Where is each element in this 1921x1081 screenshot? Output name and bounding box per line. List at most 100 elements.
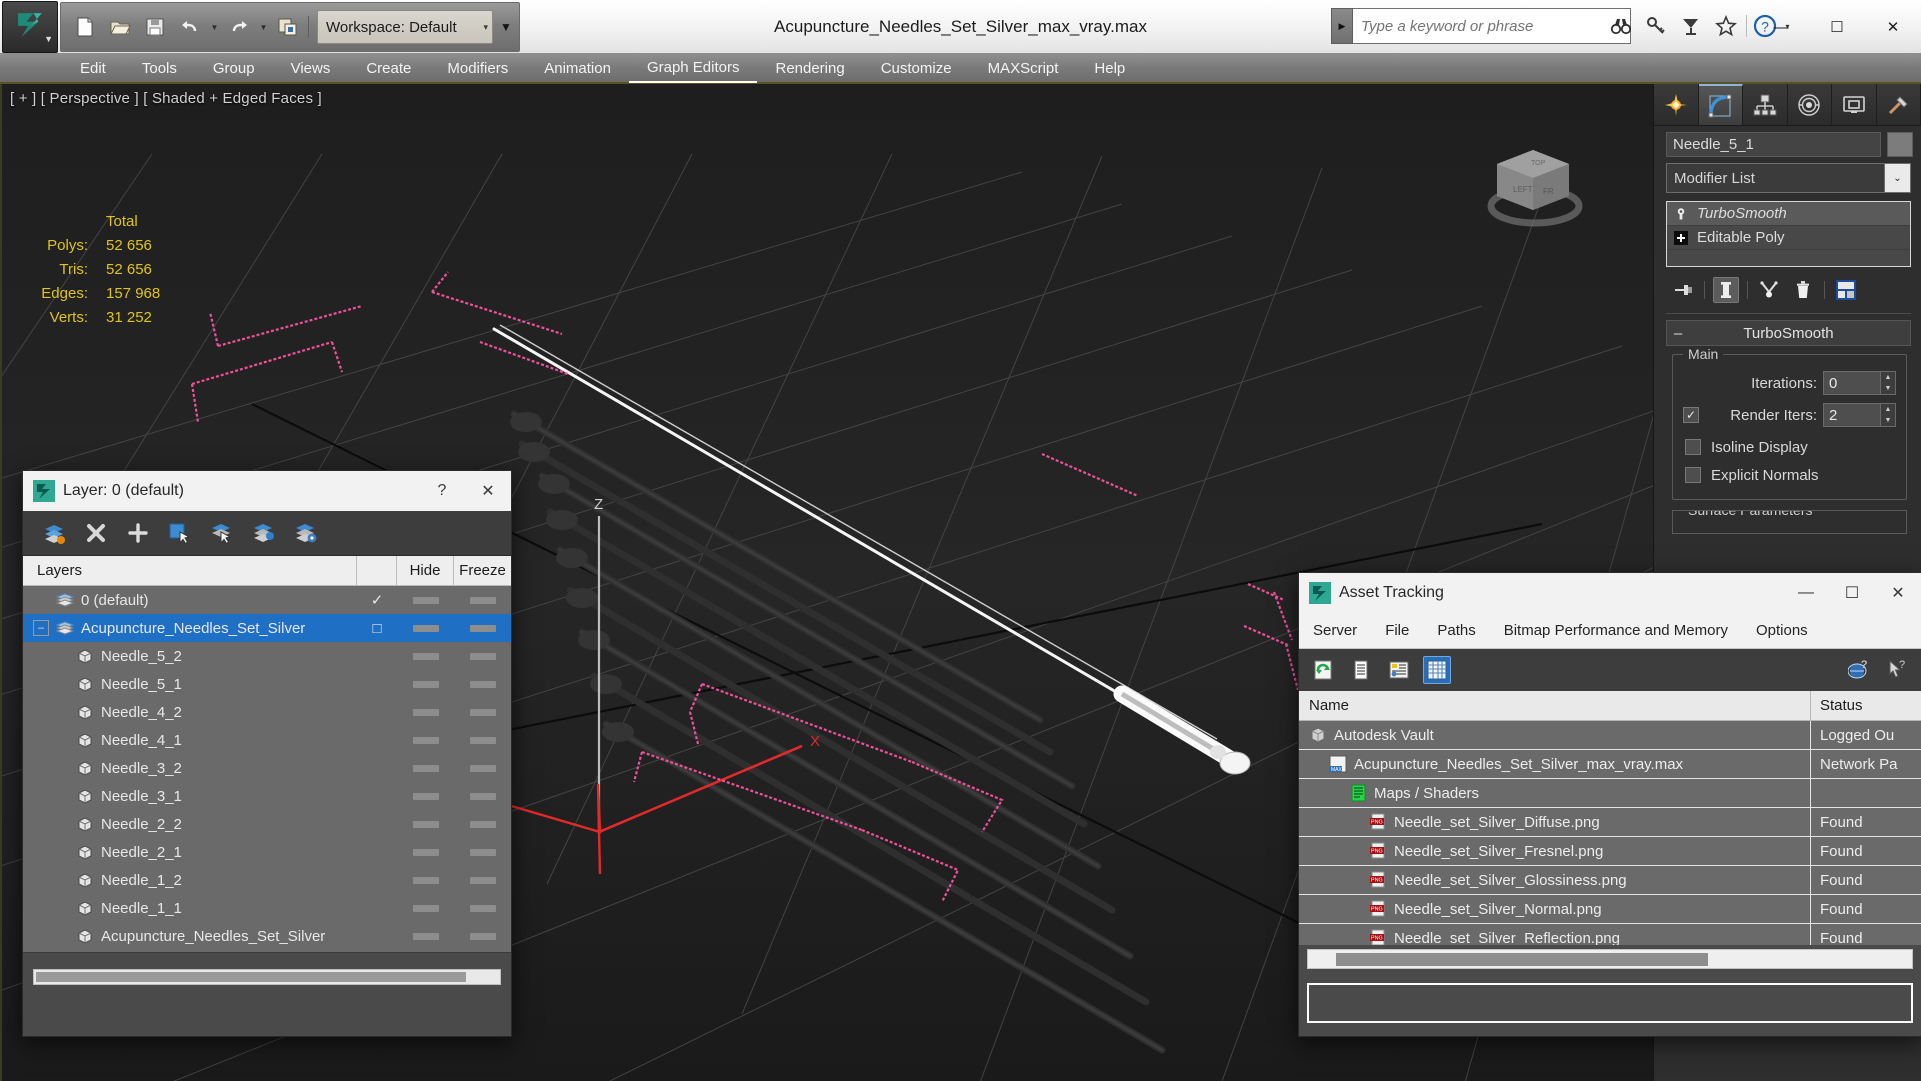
workspace-overflow-button[interactable]: ▼ xyxy=(496,10,516,44)
layer-settings-icon[interactable] xyxy=(291,518,321,548)
layer-hide-cell[interactable] xyxy=(397,932,454,940)
layer-row[interactable]: Needle_1_2 xyxy=(23,866,511,894)
isoline-display-row[interactable]: Isoline Display xyxy=(1683,433,1896,461)
asset-menu-paths[interactable]: Paths xyxy=(1423,613,1489,649)
layer-freeze-cell[interactable] xyxy=(454,624,511,632)
layer-hide-cell[interactable] xyxy=(397,708,454,716)
cursor-question-icon[interactable]: ? xyxy=(1883,656,1911,684)
asset-row[interactable]: PNG Needle_set_Silver_Reflection.png Found xyxy=(1299,923,1921,945)
layer-dialog-help-button[interactable]: ? xyxy=(419,471,465,511)
explicit-normals-checkbox[interactable] xyxy=(1685,467,1701,483)
tab-motion[interactable] xyxy=(1787,84,1832,125)
layer-freeze-cell[interactable] xyxy=(454,736,511,744)
asset-dialog-close-button[interactable]: ✕ xyxy=(1875,573,1921,613)
object-color-swatch[interactable] xyxy=(1887,132,1913,157)
tab-utilities[interactable] xyxy=(1876,84,1921,125)
application-menu-button[interactable]: ▼ xyxy=(2,1,58,53)
detail-view-icon[interactable] xyxy=(1385,656,1413,684)
layer-column-layers[interactable]: Layers xyxy=(23,555,357,586)
rollout-header-turbosmooth[interactable]: – TurboSmooth xyxy=(1666,320,1911,346)
layer-freeze-cell[interactable] xyxy=(454,820,511,828)
scrollbar-thumb[interactable] xyxy=(36,971,466,982)
layer-active-check[interactable]: □ xyxy=(357,620,397,637)
layer-row[interactable]: Needle_5_2 xyxy=(23,642,511,670)
layer-freeze-cell[interactable] xyxy=(454,904,511,912)
layer-active-check[interactable]: ✓ xyxy=(357,591,397,609)
menu-item-tools[interactable]: Tools xyxy=(124,53,195,83)
asset-menu-bitmap-performance[interactable]: Bitmap Performance and Memory xyxy=(1490,613,1742,649)
menu-item-edit[interactable]: Edit xyxy=(62,53,124,83)
layer-row[interactable]: Needle_3_1 xyxy=(23,782,511,810)
layer-row[interactable]: Needle_2_1 xyxy=(23,838,511,866)
layer-expander-icon[interactable]: – xyxy=(33,620,49,636)
menu-item-help[interactable]: Help xyxy=(1076,53,1143,83)
layer-row[interactable]: Acupuncture_Needles_Set_Silver xyxy=(23,922,511,950)
layer-column-hide[interactable]: Hide xyxy=(397,555,454,586)
save-file-button[interactable] xyxy=(139,11,171,43)
menu-item-graph-editors[interactable]: Graph Editors xyxy=(628,53,758,83)
explicit-normals-row[interactable]: Explicit Normals xyxy=(1683,461,1896,489)
iterations-stepper[interactable]: ▲▼ xyxy=(1823,371,1896,395)
rollout-collapse-icon[interactable]: – xyxy=(1667,325,1689,342)
refresh-icon[interactable] xyxy=(1309,656,1337,684)
tab-modify[interactable] xyxy=(1698,84,1743,125)
layer-freeze-cell[interactable] xyxy=(454,932,511,940)
asset-row[interactable]: Maps / Shaders xyxy=(1299,778,1921,808)
object-name-field[interactable] xyxy=(1666,132,1881,157)
layer-hide-cell[interactable] xyxy=(397,652,454,660)
asset-row[interactable]: PNG Needle_set_Silver_Glossiness.png Found xyxy=(1299,865,1921,895)
highlight-layer-icon[interactable] xyxy=(249,518,279,548)
select-objects-icon[interactable] xyxy=(165,518,195,548)
scrollbar-thumb[interactable] xyxy=(1336,953,1708,966)
asset-row[interactable]: PNG Needle_set_Silver_Fresnel.png Found xyxy=(1299,836,1921,866)
iterations-input[interactable] xyxy=(1823,371,1881,395)
menu-item-rendering[interactable]: Rendering xyxy=(757,53,862,83)
new-layer-icon[interactable] xyxy=(39,518,69,548)
search-input[interactable] xyxy=(1353,8,1631,44)
menu-item-customize[interactable]: Customize xyxy=(863,53,970,83)
layer-column-visibility[interactable] xyxy=(357,555,397,586)
asset-menu-file[interactable]: File xyxy=(1371,613,1423,649)
layer-freeze-cell[interactable] xyxy=(454,764,511,772)
layer-row[interactable]: Needle_5_1 xyxy=(23,670,511,698)
make-unique-icon[interactable] xyxy=(1756,277,1782,303)
modifier-stack-row-turbosmooth[interactable]: TurboSmooth xyxy=(1667,202,1910,226)
asset-tracking-dialog[interactable]: Asset Tracking — ☐ ✕ Server File Paths B… xyxy=(1298,572,1921,1037)
satellite-dish-icon[interactable] xyxy=(1676,11,1706,41)
layer-row[interactable]: Needle_3_2 xyxy=(23,754,511,782)
grid-view-icon[interactable] xyxy=(1423,656,1451,684)
asset-dialog-minimize-button[interactable]: — xyxy=(1783,573,1829,613)
menu-item-modifiers[interactable]: Modifiers xyxy=(429,53,526,83)
modifier-list-dropdown[interactable]: Modifier List ⌄ xyxy=(1666,163,1911,193)
layer-row[interactable]: Needle_2_2 xyxy=(23,810,511,838)
show-end-result-icon[interactable] xyxy=(1713,277,1739,303)
layer-row[interactable]: – Acupuncture_Needles_Set_Silver □ xyxy=(23,614,511,642)
layer-dialog-title-bar[interactable]: Layer: 0 (default) ? ✕ xyxy=(23,471,511,511)
asset-menu-server[interactable]: Server xyxy=(1299,613,1371,649)
render-iters-checkbox[interactable]: ✓ xyxy=(1683,407,1699,423)
search-expand-button[interactable]: ▶ xyxy=(1331,8,1353,44)
layer-row[interactable]: Needle_4_2 xyxy=(23,698,511,726)
redo-button[interactable] xyxy=(223,11,255,43)
layer-hide-cell[interactable] xyxy=(397,904,454,912)
close-window-button[interactable]: ✕ xyxy=(1865,0,1921,54)
layer-freeze-cell[interactable] xyxy=(454,596,511,604)
isoline-display-checkbox[interactable] xyxy=(1685,439,1701,455)
tab-hierarchy[interactable] xyxy=(1743,84,1788,125)
project-folder-button[interactable] xyxy=(272,11,304,43)
undo-button[interactable] xyxy=(174,11,206,43)
asset-column-name[interactable]: Name xyxy=(1299,690,1811,721)
asset-column-status[interactable]: Status xyxy=(1811,691,1921,721)
layer-hide-cell[interactable] xyxy=(397,792,454,800)
menu-item-create[interactable]: Create xyxy=(348,53,429,83)
spinner-arrows-icon[interactable]: ▲ ▼ xyxy=(1881,371,1896,395)
globe-question-icon[interactable]: ? xyxy=(1845,656,1873,684)
layer-freeze-cell[interactable] xyxy=(454,680,511,688)
light-bulb-icon[interactable] xyxy=(1673,206,1689,222)
layer-list[interactable]: 0 (default) ✓ – Acupuncture_Needles_Set_Sil… xyxy=(23,586,511,952)
layer-hide-cell[interactable] xyxy=(397,876,454,884)
layer-row[interactable]: Needle_1_1 xyxy=(23,894,511,922)
maximize-window-button[interactable]: ☐ xyxy=(1809,0,1865,54)
layer-horizontal-scrollbar[interactable] xyxy=(33,968,501,985)
layer-hide-cell[interactable] xyxy=(397,596,454,604)
